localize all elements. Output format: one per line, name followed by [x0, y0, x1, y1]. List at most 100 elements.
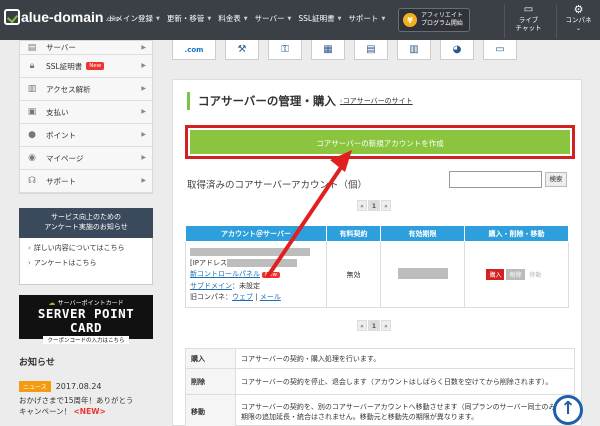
col-expiry: 有効期限 — [380, 225, 465, 242]
actions-cell: 購入 削除 移動 — [464, 241, 569, 308]
table-header-row: アカウント＠サーバー 有料契約 有効期限 購入・削除・移動 — [185, 225, 569, 242]
chevron-down-icon: ▼ — [381, 15, 386, 22]
cpanel-label: コンパネ — [565, 16, 592, 24]
survey-details-link[interactable]: › 詳しい内容についてはこちら — [28, 243, 144, 253]
chevron-down-icon: ▼ — [243, 15, 248, 22]
sidebar-item-points[interactable]: ● ポイント ▶ — [20, 124, 152, 147]
subdomain-value: ：未設定 — [232, 281, 260, 290]
sidebar-item-ssl[interactable]: 🔒︎ SSL証明書 New ▶ — [20, 55, 152, 78]
live-chat-line2: チャット — [515, 24, 542, 32]
logo-text: alue-domain — [21, 9, 104, 25]
subdomain-link[interactable]: サブドメイン — [190, 282, 232, 290]
account-heading: 取得済みのコアサーバーアカウント（個） — [187, 180, 368, 191]
buy-button[interactable]: 購入 — [486, 269, 505, 280]
scroll-to-top-button[interactable]: ↑ — [553, 395, 583, 425]
main-menu: ドメイン登録 ▼ 更新・移管 ▼ 料金表 ▼ サーバー ▼ SSL証明書 ▼ サポート ▼ — [108, 13, 392, 24]
coin-icon: ¥ — [403, 13, 417, 27]
spc-line3: クーポンコードの入力はこちら — [43, 336, 129, 344]
news-heading: お知らせ — [19, 358, 55, 368]
table-row: 購入 コアサーバーの契約・購入処理を行います。 — [185, 348, 575, 369]
sidebar-item-server[interactable]: ▤ サーバー ▶ — [20, 41, 152, 55]
chevron-down-icon: ▼ — [337, 15, 342, 22]
nav-support[interactable]: サポート ▼ — [348, 13, 385, 24]
pager-current[interactable]: 1 — [368, 200, 380, 211]
dotcom-icon[interactable]: .com — [172, 40, 216, 60]
pager-prev[interactable]: « — [357, 200, 367, 211]
sidebar: ▤ サーバー ▶ 🔒︎ SSL証明書 New ▶ ▥ アクセス解析 ▶ ▣ 支払… — [19, 40, 153, 417]
lock-icon: 🔒︎ — [29, 61, 35, 71]
sidebar-item-label: SSL証明書 — [46, 61, 83, 71]
key-icon[interactable]: ⚿ — [268, 40, 302, 60]
pager-next[interactable]: » — [381, 200, 391, 211]
search-button[interactable]: 検索 — [545, 172, 567, 187]
server-rack-icon[interactable]: ▦ — [311, 40, 345, 60]
pager-next[interactable]: » — [381, 320, 391, 331]
desc-label: 削除 — [185, 368, 236, 395]
stats-icon[interactable]: ▥ — [397, 40, 431, 60]
sidebar-item-label: 支払い — [46, 107, 69, 117]
col-actions: 購入・削除・移動 — [464, 225, 569, 242]
redacted-account — [190, 247, 310, 256]
nav-renew-transfer[interactable]: 更新・移管 ▼ — [167, 13, 211, 24]
gear-icon: ⚙ — [573, 3, 584, 16]
monitor-icon: ▭ — [523, 4, 534, 15]
col-paid: 有料契約 — [326, 225, 381, 242]
sidebar-item-support[interactable]: ☊ サポート ▶ — [20, 170, 152, 193]
survey-banner: サービス向上のための アンケート実施のお知らせ — [19, 208, 153, 238]
account-search-input[interactable] — [449, 171, 542, 188]
value-domain-logo[interactable]: alue-domain .com — [4, 9, 118, 25]
sidebar-item-mypage[interactable]: ◉ マイページ ▶ — [20, 147, 152, 170]
paid-cell: 無効 — [326, 241, 381, 308]
gavel-icon[interactable]: ⚒ — [225, 40, 259, 60]
ip-label: [IPアドレス — [190, 258, 228, 267]
account-cell: [IPアドレス 新コントロールパネル New サブドメイン：未設定 旧コンパネ：ウ… — [185, 241, 327, 308]
nav-ssl[interactable]: SSL証明書 ▼ — [298, 13, 341, 24]
service-icon-strip: .com ⚒ ⚿ ▦ ▤ ▥ ◕ ▭ — [172, 40, 582, 60]
sidebar-item-payment[interactable]: ▣ 支払い ▶ — [20, 101, 152, 124]
delete-button[interactable]: 削除 — [506, 269, 525, 280]
nav-pricing[interactable]: 料金表 ▼ — [218, 13, 247, 24]
news-text[interactable]: おかげさまで15周年！ありがとう キャンペーン！ <NEW> — [19, 395, 153, 417]
col-account: アカウント＠サーバー — [185, 225, 327, 242]
table-row: 削除 コアサーバーの契約を停止、退会します（アカウントはしばらく日数を空けてから… — [185, 368, 575, 395]
affiliate-line1: アフィリエイト — [421, 12, 463, 19]
survey-line1: サービス向上のための — [51, 213, 121, 221]
top-navigation-bar: alue-domain .com ドメイン登録 ▼ 更新・移管 ▼ 料金表 ▼ サーバ… — [0, 0, 600, 40]
server-point-card-banner[interactable]: ☁ サーバーポイントカード SERVER POINT CARD クーポンコードの… — [19, 295, 153, 344]
sidebar-item-label: アクセス解析 — [46, 84, 91, 94]
move-button[interactable]: 移動 — [527, 269, 545, 280]
piggy-bank-icon[interactable]: ◕ — [440, 40, 474, 60]
desc-text: コアサーバーの契約を、別のコアサーバーアカウントへ移動させます（同プランのサーバ… — [235, 394, 575, 426]
logo-mark-icon — [4, 9, 20, 25]
control-panel-button[interactable]: ⚙ コンパネ ⌄ — [556, 4, 600, 38]
nav-domain-register[interactable]: ドメイン登録 ▼ — [108, 13, 160, 24]
bullet-icon: › — [28, 259, 31, 267]
cert-icon[interactable]: ▤ — [354, 40, 388, 60]
pager-prev[interactable]: « — [357, 320, 367, 331]
expiry-cell — [380, 241, 465, 308]
new-cpanel-link[interactable]: 新コントロールパネル — [190, 270, 260, 278]
desc-label: 移動 — [185, 394, 236, 426]
page-title: コアサーバーの管理・購入 ›コアサーバーのサイト — [187, 92, 413, 110]
money-icon[interactable]: ▭ — [483, 40, 517, 60]
nav-server[interactable]: サーバー ▼ — [255, 13, 292, 24]
web-link[interactable]: ウェブ — [232, 293, 253, 301]
affiliate-program-button[interactable]: ¥ アフィリエイト プログラム開始 — [398, 8, 470, 32]
chevron-right-icon: ▶ — [141, 44, 146, 51]
sidebar-item-access-analysis[interactable]: ▥ アクセス解析 ▶ — [20, 78, 152, 101]
new-badge: New — [86, 62, 105, 70]
chevron-down-icon: ▼ — [287, 15, 292, 22]
table-row: 移動 コアサーバーの契約を、別のコアサーバーアカウントへ移動させます（同プランの… — [185, 394, 575, 426]
old-cpanel-label: 旧コンパネ： — [190, 292, 232, 301]
mail-link[interactable]: メール — [260, 293, 281, 301]
headset-icon: ☊ — [28, 176, 36, 186]
pager-current[interactable]: 1 — [368, 320, 380, 331]
action-description-table: 購入 コアサーバーの契約・購入処理を行います。 削除 コアサーバーの契約を停止、… — [185, 348, 575, 426]
core-server-site-link[interactable]: ›コアサーバーのサイト — [340, 96, 413, 106]
pager-top: « 1 » — [357, 200, 392, 211]
survey-answer-link[interactable]: › アンケートはこちら — [28, 258, 144, 268]
live-chat-button[interactable]: ▭ ライブ チャット — [504, 4, 552, 38]
news-badge: ニュース — [19, 381, 51, 392]
news-date: 2017.08.24 — [55, 382, 102, 391]
create-new-account-button[interactable]: コアサーバーの新規アカウントを作成 — [188, 128, 572, 156]
